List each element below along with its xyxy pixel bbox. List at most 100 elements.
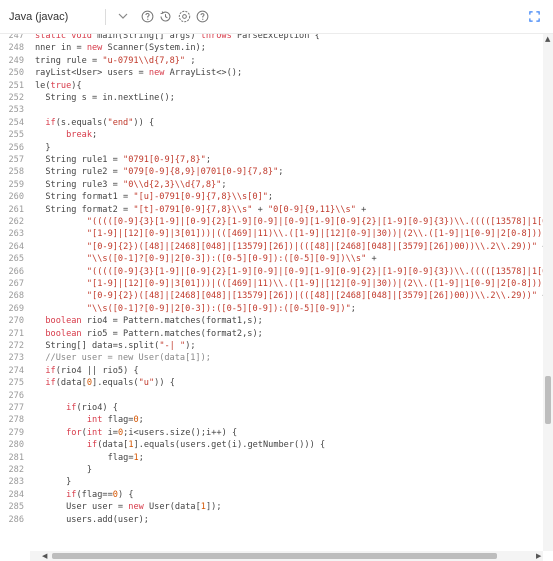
code-text[interactable]: boolean rio4 = Pattern.matches(format1,s…: [35, 315, 262, 327]
scroll-left-arrow-icon[interactable]: ◀: [42, 552, 47, 560]
code-line[interactable]: 270 boolean rio4 = Pattern.matches(forma…: [0, 315, 543, 327]
code-text[interactable]: for(int i=0;i<users.size();i++) {: [35, 427, 237, 439]
code-text[interactable]: if(data[1].equals(users.get(i).getNumber…: [35, 439, 325, 451]
code-line[interactable]: 276: [0, 390, 543, 402]
code-line[interactable]: 257 String rule1 = "0791[0-9]{7,8}";: [0, 154, 543, 166]
code-line[interactable]: 251 le(true){: [0, 80, 543, 92]
line-number: 277: [8, 403, 24, 413]
code-text[interactable]: "(((([0-9]{3}[1-9]|[0-9]{2}[1-9][0-9]|[0…: [35, 216, 543, 228]
line-number: 286: [8, 514, 24, 525]
code-line[interactable]: 262 "(((([0-9]{3}[1-9]|[0-9]{2}[1-9][0-9…: [0, 216, 543, 228]
code-text[interactable]: if(s.equals("end")) {: [35, 117, 154, 129]
code-line[interactable]: 282 }: [0, 464, 543, 476]
language-select[interactable]: Java (javac): [9, 8, 129, 26]
code-text[interactable]: rayList<User> users = new ArrayList<>();: [35, 67, 242, 79]
code-line[interactable]: 275 if(data[0].equals("u")) {: [0, 377, 543, 389]
code-editor[interactable]: 247 static void main(String[] args) throw…: [0, 34, 543, 551]
history-icon[interactable]: [159, 10, 172, 23]
code-text[interactable]: String[] data=s.split("-| ");: [35, 340, 195, 352]
code-text[interactable]: String rule1 = "0791[0-9]{7,8}";: [35, 154, 211, 166]
code-line[interactable]: 255 break;: [0, 129, 543, 141]
code-line[interactable]: 247 static void main(String[] args) throw…: [0, 34, 543, 42]
code-text[interactable]: String rule3 = "0\\d{2,3}\\d{7,8}";: [35, 179, 226, 191]
code-line[interactable]: 249 tring rule = "u-0791\\d{7,8}" ;: [0, 55, 543, 67]
code-text[interactable]: "\\s([0-1]?[0-9]|2[0-3]):([0-5][0-9]):([…: [35, 303, 356, 315]
code-line[interactable]: 280 if(data[1].equals(users.get(i).getNu…: [0, 439, 543, 451]
code-line[interactable]: 283 }: [0, 476, 543, 488]
settings-icon[interactable]: [178, 10, 191, 23]
code-text[interactable]: }: [35, 142, 50, 154]
code-text[interactable]: if(flag==0) {: [35, 489, 133, 501]
code-text[interactable]: }: [35, 476, 71, 488]
code-line[interactable]: 272 String[] data=s.split("-| ");: [0, 340, 543, 352]
code-line[interactable]: 256 }: [0, 142, 543, 154]
code-line[interactable]: 281 flag=1;: [0, 452, 543, 464]
code-text[interactable]: String format1 = "[u]-0791[0-9]{7,8}\\s[…: [35, 191, 273, 203]
code-text[interactable]: "(((([0-9]{3}[1-9]|[0-9]{2}[1-9][0-9]|[0…: [35, 266, 543, 278]
code-text[interactable]: tring rule = "u-0791\\d{7,8}" ;: [35, 55, 196, 67]
code-line[interactable]: 285 User user = new User(data[1]);: [0, 501, 543, 513]
code-text[interactable]: String s = in.nextLine();: [35, 92, 175, 104]
code-text[interactable]: users.add(user);: [35, 514, 149, 526]
code-text[interactable]: flag=1;: [35, 452, 144, 464]
horizontal-scroll-thumb[interactable]: [52, 553, 497, 559]
help-icon[interactable]: [141, 10, 154, 23]
code-line[interactable]: 253: [0, 104, 543, 116]
code-line[interactable]: 271 boolean rio5 = Pattern.matches(forma…: [0, 328, 543, 340]
vertical-scrollbar[interactable]: ▲: [543, 34, 553, 551]
fullscreen-icon[interactable]: [528, 10, 541, 23]
line-number: 256: [8, 142, 24, 153]
code-line[interactable]: 248 nner in = new Scanner(System.in);: [0, 42, 543, 54]
code-text[interactable]: if(rio4 || rio5) {: [35, 365, 138, 377]
line-number: 265: [8, 254, 24, 265]
scroll-up-arrow-icon[interactable]: ▲: [545, 35, 550, 43]
code-line[interactable]: 279 for(int i=0;i<users.size();i++) {: [0, 427, 543, 439]
code-text[interactable]: int flag=0;: [35, 414, 144, 426]
code-text[interactable]: break;: [35, 129, 97, 141]
code-line[interactable]: 250 rayList<User> users = new ArrayList<>…: [0, 67, 543, 79]
code-text[interactable]: User user = new User(data[1]);: [35, 501, 221, 513]
chevron-down-icon[interactable]: [117, 10, 129, 22]
code-line[interactable]: 286 users.add(user);: [0, 514, 543, 526]
code-line[interactable]: 278 int flag=0;: [0, 414, 543, 426]
horizontal-scrollbar[interactable]: ◀ ▶: [30, 551, 543, 561]
code-text[interactable]: nner in = new Scanner(System.in);: [35, 42, 206, 54]
code-line[interactable]: 252 String s = in.nextLine();: [0, 92, 543, 104]
code-text[interactable]: le(true){: [35, 80, 82, 92]
code-text[interactable]: "[0-9]{2})([48]|[2468][048]|[13579][26])…: [35, 241, 543, 253]
code-line[interactable]: 259 String rule3 = "0\\d{2,3}\\d{7,8}";: [0, 179, 543, 191]
code-line[interactable]: 266 "(((([0-9]{3}[1-9]|[0-9]{2}[1-9][0-9…: [0, 266, 543, 278]
code-line[interactable]: 277 if(rio4) {: [0, 402, 543, 414]
info-icon[interactable]: [196, 10, 209, 23]
line-number: 253: [8, 105, 24, 116]
code-line[interactable]: 254 if(s.equals("end")) {: [0, 117, 543, 129]
vertical-scroll-thumb[interactable]: [545, 376, 551, 425]
code-line[interactable]: 269 "\\s([0-1]?[0-9]|2[0-3]):([0-5][0-9]…: [0, 303, 543, 315]
code-line[interactable]: 261 String format2 = "[t]-0791[0-9]{7,8}…: [0, 204, 543, 216]
code-line[interactable]: 258 String rule2 = "079[0-9]{8,9}|0701[0…: [0, 166, 543, 178]
code-text[interactable]: if(data[0].equals("u")) {: [35, 377, 175, 389]
code-line[interactable]: 264 "[0-9]{2})([48]|[2468][048]|[13579][…: [0, 241, 543, 253]
code-text[interactable]: //User user = new User(data[1]);: [35, 352, 211, 364]
code-text[interactable]: static void main(String[] args) throws P…: [35, 34, 320, 42]
code-text[interactable]: "[1-9]|[12][0-9]|3[01]))|(([469]|11)\\.(…: [35, 228, 543, 240]
scroll-right-arrow-icon[interactable]: ▶: [536, 552, 541, 560]
code-text[interactable]: "[0-9]{2})([48]|[2468][048]|[13579][26])…: [35, 290, 543, 302]
code-line[interactable]: 263 "[1-9]|[12][0-9]|3[01]))|(([469]|11)…: [0, 228, 543, 240]
code-line[interactable]: 268 "[0-9]{2})([48]|[2468][048]|[13579][…: [0, 290, 543, 302]
code-text[interactable]: String rule2 = "079[0-9]{8,9}|0701[0-9]{…: [35, 166, 283, 178]
line-number: 276: [8, 390, 24, 401]
code-line[interactable]: 284 if(flag==0) {: [0, 489, 543, 501]
code-text[interactable]: boolean rio5 = Pattern.matches(format2,s…: [35, 328, 262, 340]
code-line[interactable]: 274 if(rio4 || rio5) {: [0, 365, 543, 377]
code-line[interactable]: 260 String format1 = "[u]-0791[0-9]{7,8}…: [0, 191, 543, 203]
code-text[interactable]: "[1-9]|[12][0-9]|3[01]))|(([469]|11)\\.(…: [35, 278, 543, 290]
code-text[interactable]: String format2 = "[t]-0791[0-9]{7,8}\\s"…: [35, 204, 366, 216]
code-line[interactable]: 273 //User user = new User(data[1]);: [0, 352, 543, 364]
code-line[interactable]: 267 "[1-9]|[12][0-9]|3[01]))|(([469]|11)…: [0, 278, 543, 290]
line-number: 262: [8, 217, 24, 227]
code-line[interactable]: 265 "\\s([0-1]?[0-9]|2[0-3]):([0-5][0-9]…: [0, 253, 543, 265]
code-text[interactable]: if(rio4) {: [35, 402, 118, 414]
code-text[interactable]: "\\s([0-1]?[0-9]|2[0-3]):([0-5][0-9]):([…: [35, 253, 377, 265]
code-text[interactable]: }: [35, 464, 92, 476]
